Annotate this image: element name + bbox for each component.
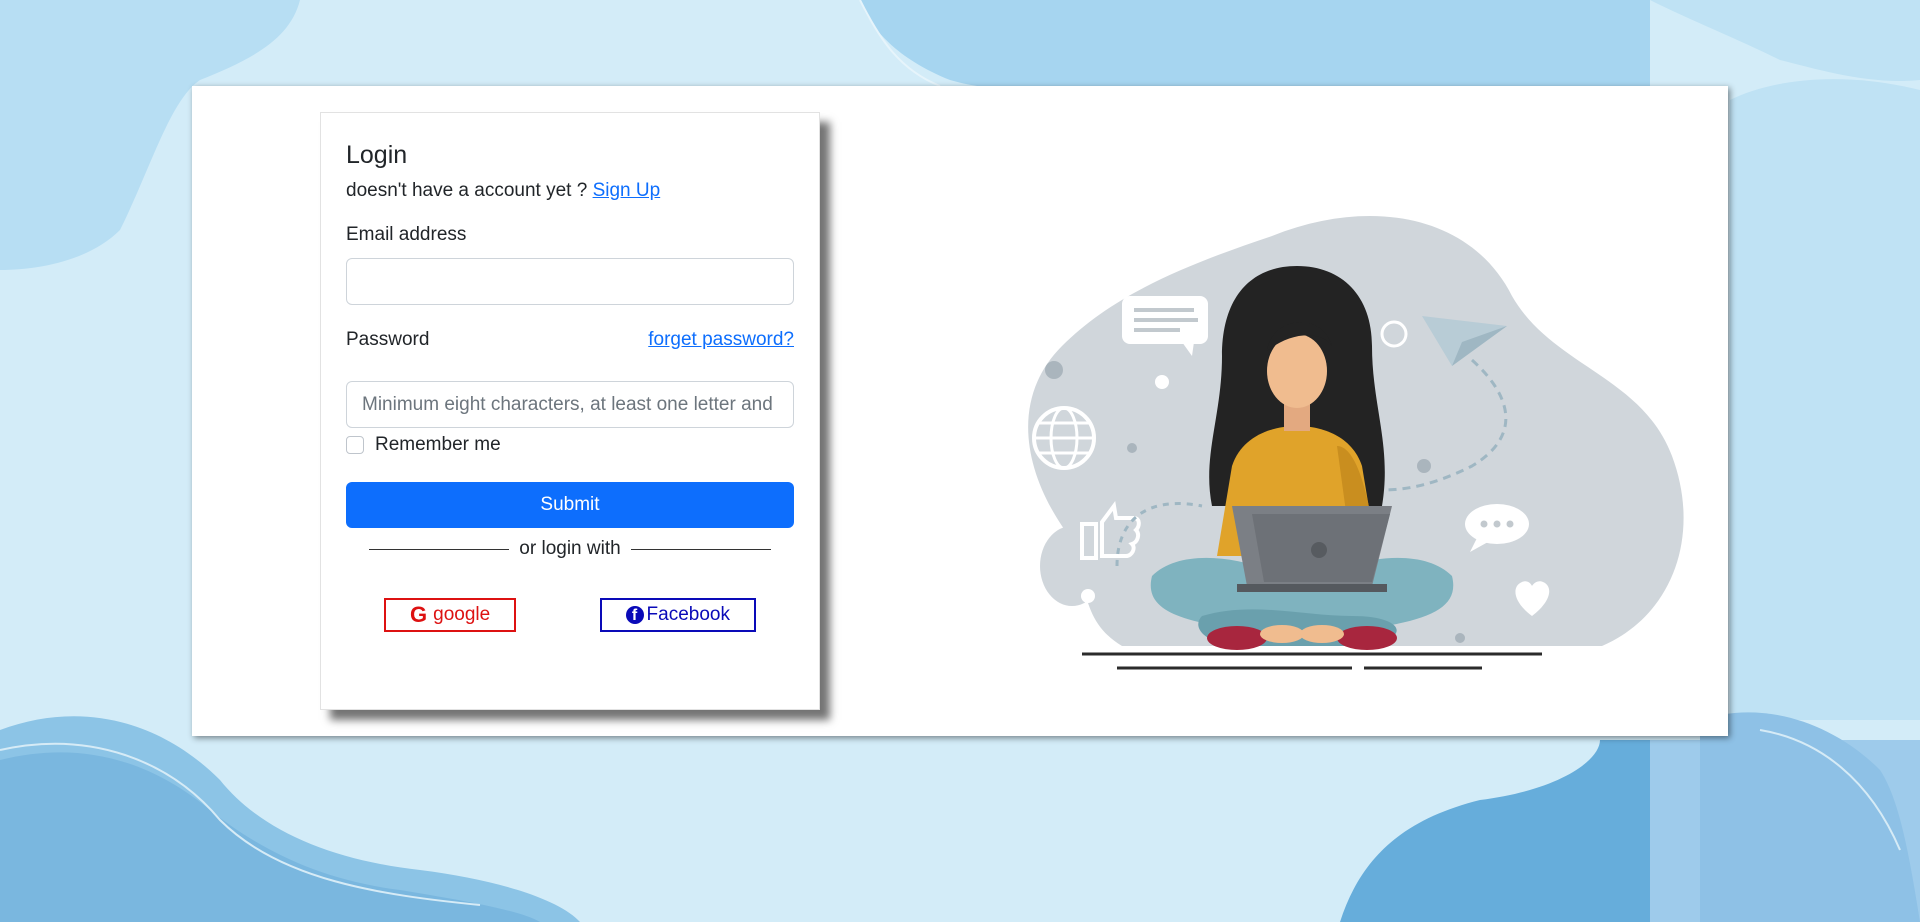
divider-text: or login with [519, 538, 621, 559]
login-title: Login [346, 141, 408, 169]
facebook-label: Facebook [646, 604, 730, 625]
login-panel: Login doesn't have a account yet ? Sign … [320, 112, 820, 710]
password-label: Password [346, 329, 430, 350]
main-card: Login doesn't have a account yet ? Sign … [192, 86, 1728, 736]
social-login: G google f Facebook [346, 598, 794, 632]
remember-label: Remember me [375, 434, 501, 455]
signup-prompt-text: doesn't have a account yet ? [346, 180, 588, 201]
signup-link[interactable]: Sign Up [593, 180, 661, 201]
email-label: Email address [346, 224, 467, 245]
facebook-login-button[interactable]: f Facebook [599, 598, 756, 632]
social-divider: or login with [346, 538, 794, 560]
facebook-icon: f [625, 606, 644, 624]
google-label: google [433, 604, 491, 625]
divider-line-left [369, 548, 510, 550]
google-icon: G [410, 602, 428, 627]
signup-prompt: doesn't have a account yet ? Sign Up [346, 180, 794, 202]
email-field[interactable] [346, 258, 794, 305]
password-field[interactable] [346, 381, 794, 428]
forgot-password-link[interactable]: forget password? [648, 329, 794, 351]
password-row: Password forget password? [346, 329, 794, 351]
remember-me: Remember me [346, 434, 794, 456]
google-login-button[interactable]: G google [384, 598, 517, 632]
divider-line-right [630, 548, 771, 550]
submit-button[interactable]: Submit [346, 482, 794, 528]
woman-laptop-illustration [1000, 216, 1684, 670]
remember-checkbox[interactable] [346, 436, 364, 454]
